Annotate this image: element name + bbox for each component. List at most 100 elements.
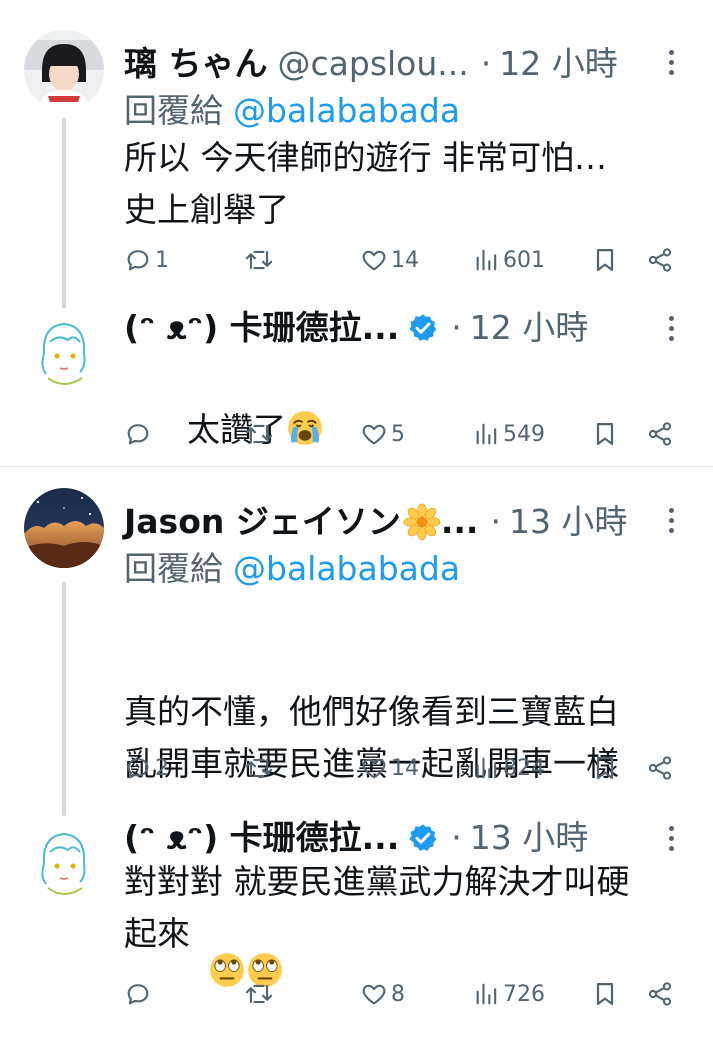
reply-button[interactable]: 1 xyxy=(124,240,169,280)
reply-icon xyxy=(127,250,149,271)
timestamp[interactable]: 12 小時 xyxy=(499,44,617,84)
share-button[interactable] xyxy=(646,748,674,788)
timestamp[interactable]: 13 小時 xyxy=(509,502,627,542)
like-count: 8 xyxy=(391,981,405,1007)
like-count: 5 xyxy=(391,421,405,447)
share-button[interactable] xyxy=(646,414,674,454)
like-count: 14 xyxy=(391,755,419,781)
share-icon xyxy=(648,422,672,446)
reply-context: 回覆給 @balababada xyxy=(124,90,460,132)
share-button[interactable] xyxy=(646,240,674,280)
tweet-header: (ᵔ ᴥᵔ) 卡珊德拉... · 13 小時 xyxy=(124,818,588,858)
timestamp[interactable]: 13 小時 xyxy=(470,818,588,858)
view-count: 601 xyxy=(503,247,545,273)
tweet[interactable]: (ᵔ ᴥᵔ) 卡珊德拉... · 12 小時 太讚了 5 549 xyxy=(0,308,713,458)
share-icon xyxy=(648,248,672,272)
retweet-button[interactable] xyxy=(244,240,277,280)
views-button[interactable]: 601 xyxy=(474,240,545,280)
retweet-icon xyxy=(245,758,273,778)
bookmark-button[interactable] xyxy=(592,748,618,788)
share-button[interactable] xyxy=(646,974,674,1014)
reply-icon xyxy=(127,758,149,779)
timestamp[interactable]: 12 小時 xyxy=(470,308,588,348)
tweet[interactable]: 璃 ちゃん @capslou... · 12 小時 回覆給 @balababada… xyxy=(0,30,713,290)
more-options-icon[interactable] xyxy=(669,508,675,533)
tweet-text: 對對對 就要民進黨武力解決才叫硬 起來 xyxy=(124,862,630,953)
separator-dot: · xyxy=(490,502,501,541)
reply-count: 2 xyxy=(155,755,169,781)
user-handle[interactable]: @capslou... xyxy=(278,44,469,84)
retweet-icon xyxy=(245,984,273,1004)
action-bar: 8 726 xyxy=(124,974,684,1014)
action-bar: 1 14 601 xyxy=(124,240,684,280)
tweet-feed: 璃 ちゃん @capslou... · 12 小時 回覆給 @balababada… xyxy=(0,0,713,1024)
bookmark-icon xyxy=(596,248,614,272)
share-icon xyxy=(648,756,672,780)
heart-icon xyxy=(362,758,386,779)
retweet-button[interactable] xyxy=(244,748,277,788)
more-options-icon[interactable] xyxy=(669,826,675,851)
bookmark-icon xyxy=(596,756,614,780)
verified-badge-icon xyxy=(407,312,439,344)
share-icon xyxy=(648,982,672,1006)
tweet-text: 所以 今天律師的遊行 非常可怕… 史上創舉了 xyxy=(124,138,607,229)
views-chart-icon xyxy=(476,757,497,779)
views-chart-icon xyxy=(476,423,497,445)
reply-button[interactable]: 2 xyxy=(124,748,169,788)
reply-mention-link[interactable]: @balababada xyxy=(233,91,460,130)
heart-icon xyxy=(362,250,386,271)
more-options-icon[interactable] xyxy=(669,50,675,75)
action-bar: 2 14 824 xyxy=(124,748,684,788)
avatar-photo xyxy=(24,30,104,110)
avatar[interactable] xyxy=(24,30,104,110)
avatar[interactable] xyxy=(24,488,104,568)
bookmark-icon xyxy=(596,982,614,1006)
reply-button[interactable] xyxy=(124,974,155,1014)
like-button[interactable]: 14 xyxy=(360,748,419,788)
display-name-ellipsis: ... xyxy=(440,502,479,541)
views-chart-icon xyxy=(476,249,497,271)
bookmark-button[interactable] xyxy=(592,974,618,1014)
bookmark-button[interactable] xyxy=(592,240,618,280)
like-count: 14 xyxy=(391,247,419,273)
heart-icon xyxy=(362,984,386,1005)
avatar-photo xyxy=(24,488,104,568)
separator-dot: · xyxy=(451,308,462,347)
view-count: 726 xyxy=(503,981,545,1007)
reply-button[interactable] xyxy=(124,414,155,454)
more-options-icon[interactable] xyxy=(669,316,675,341)
verified-badge-icon xyxy=(407,822,439,854)
views-chart-icon xyxy=(476,983,497,1005)
tweet-header: 璃 ちゃん @capslou... · 12 小時 xyxy=(124,44,618,84)
avatar[interactable] xyxy=(24,822,104,902)
views-button[interactable]: 824 xyxy=(474,748,545,788)
like-button[interactable]: 14 xyxy=(360,240,419,280)
blossom-emoji xyxy=(403,503,441,541)
tweet-header: Jason ジェイソン ... · 13 小時 xyxy=(124,502,627,542)
retweet-button[interactable] xyxy=(244,414,277,454)
like-button[interactable]: 8 xyxy=(360,974,405,1014)
reply-icon xyxy=(127,984,149,1005)
display-name[interactable]: 璃 ちゃん xyxy=(124,44,268,84)
like-button[interactable]: 5 xyxy=(360,414,405,454)
retweet-icon xyxy=(245,250,273,270)
tweet[interactable]: Jason ジェイソン ... · 13 小時 回覆給 @balababada 真… xyxy=(0,488,713,987)
retweet-button[interactable] xyxy=(244,974,277,1014)
reply-count: 1 xyxy=(155,247,169,273)
tweet-header: (ᵔ ᴥᵔ) 卡珊德拉... · 12 小時 xyxy=(124,308,588,348)
reply-prefix: 回覆給 xyxy=(124,91,223,130)
view-count: 824 xyxy=(503,755,545,781)
tweet[interactable]: (ᵔ ᴥᵔ) 卡珊德拉... · 13 小時 對對對 就要民進黨武力解決才叫硬 … xyxy=(0,818,713,1024)
display-name[interactable]: (ᵔ ᴥᵔ) 卡珊德拉... xyxy=(124,308,399,348)
bookmark-button[interactable] xyxy=(592,414,618,454)
views-button[interactable]: 726 xyxy=(474,974,545,1014)
avatar[interactable] xyxy=(24,312,104,392)
display-name[interactable]: (ᵔ ᴥᵔ) 卡珊德拉... xyxy=(124,818,399,858)
reply-icon xyxy=(127,424,149,445)
separator-dot: · xyxy=(451,818,462,857)
display-name[interactable]: Jason ジェイソン xyxy=(124,502,401,542)
retweet-icon xyxy=(245,424,273,444)
bookmark-icon xyxy=(596,422,614,446)
tweet-divider xyxy=(0,466,713,467)
views-button[interactable]: 549 xyxy=(474,414,545,454)
